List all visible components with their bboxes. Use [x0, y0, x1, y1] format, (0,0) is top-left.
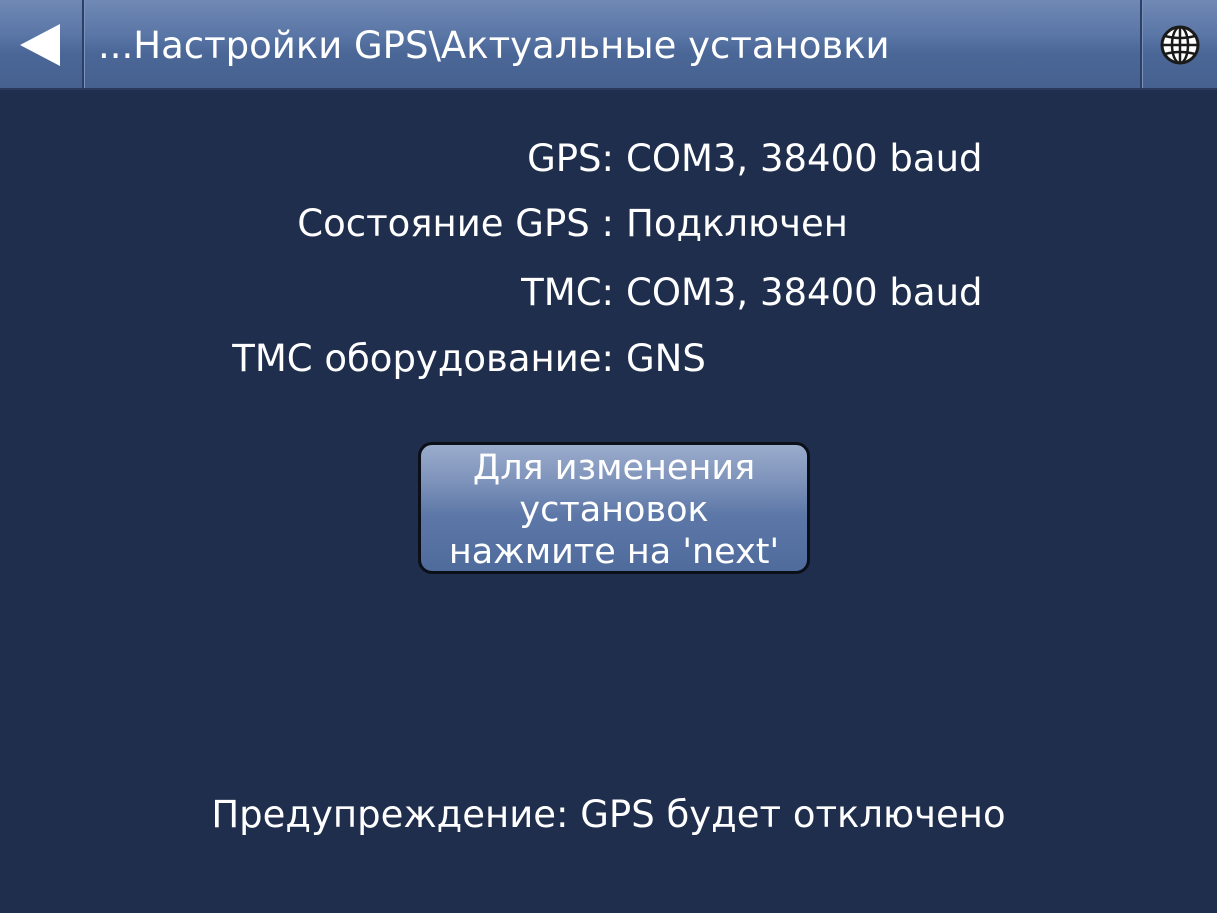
info-value: Подключен	[626, 202, 848, 245]
info-label: Состояние GPS :	[297, 202, 614, 245]
info-row-gps-state: Состояние GPS : Подключен	[0, 199, 1217, 249]
globe-icon	[1160, 25, 1200, 65]
page-title: ...Настройки GPS\Актуальные установки	[98, 24, 890, 67]
change-settings-label: Для изменения установок нажмите на 'next…	[448, 448, 780, 572]
info-value: COM3, 38400 baud	[626, 271, 983, 314]
back-button[interactable]	[0, 0, 84, 88]
language-button[interactable]	[1140, 0, 1217, 88]
back-arrow-icon	[20, 24, 60, 66]
info-label: TMC оборудование:	[232, 337, 614, 380]
info-row-tmc-hardware: TMC оборудование: GNS	[0, 334, 1217, 384]
info-row-gps: GPS: COM3, 38400 baud	[0, 134, 1217, 184]
info-label: TMC:	[521, 271, 614, 314]
info-value: GNS	[626, 337, 706, 380]
info-value: COM3, 38400 baud	[626, 137, 983, 180]
info-label: GPS:	[527, 137, 614, 180]
info-row-tmc: TMC: COM3, 38400 baud	[0, 268, 1217, 318]
title-bar: ...Настройки GPS\Актуальные установки	[0, 0, 1217, 90]
gps-current-settings-screen: ...Настройки GPS\Актуальные установки GP…	[0, 0, 1217, 913]
warning-message: Предупреждение: GPS будет отключено	[211, 793, 1006, 836]
change-settings-button[interactable]: Для изменения установок нажмите на 'next…	[418, 442, 810, 574]
